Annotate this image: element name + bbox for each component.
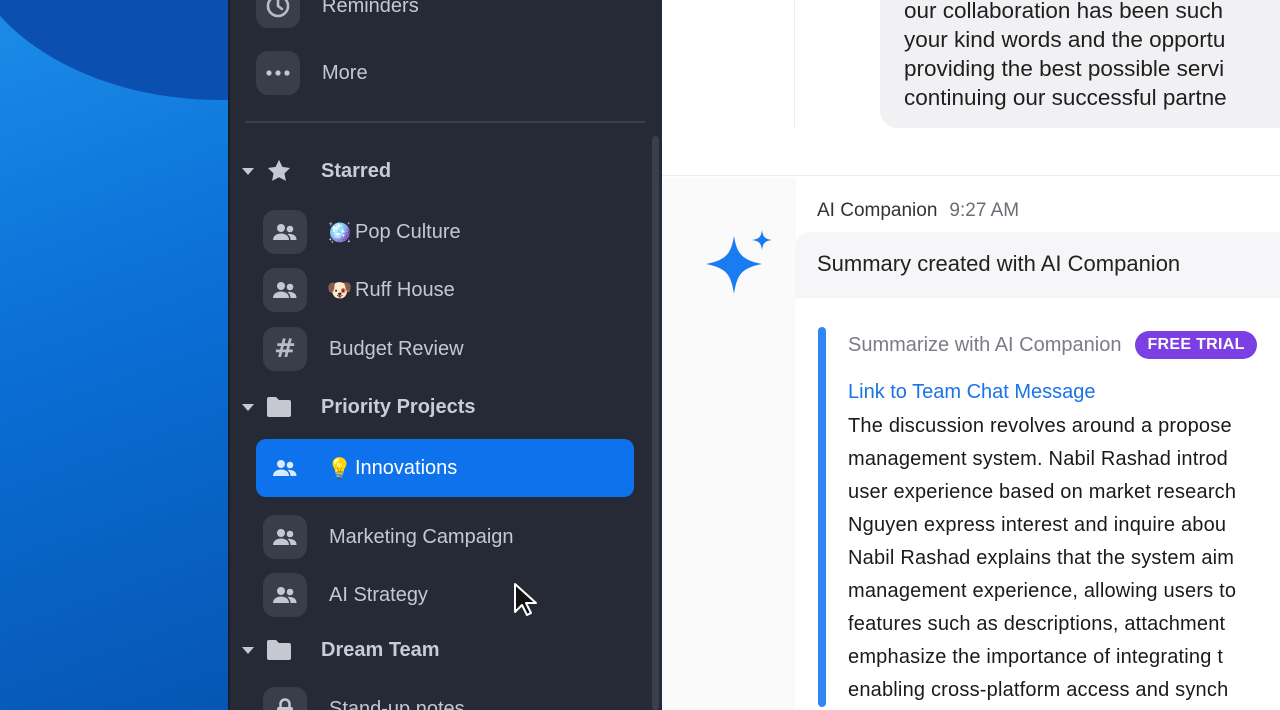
- sidebar-item-reminders[interactable]: Reminders: [256, 0, 419, 28]
- summary-line: user experience based on market research: [848, 481, 1237, 503]
- summarize-label: Summarize with AI Companion: [848, 333, 1122, 356]
- sidebar-scrollbar[interactable]: [652, 136, 659, 710]
- message-line: continuing our successful partne: [904, 85, 1227, 110]
- sidebar-item-label: More: [322, 61, 368, 84]
- mouse-cursor-icon: [512, 582, 542, 623]
- section-label: Priority Projects: [321, 395, 476, 418]
- channel-emoji: 💡: [327, 457, 352, 480]
- channel-label: Marketing Campaign: [329, 525, 514, 548]
- section-starred[interactable]: Starred: [242, 156, 391, 186]
- team-chat-message-link[interactable]: Link to Team Chat Message: [848, 381, 1096, 404]
- hash-icon: #: [263, 327, 307, 371]
- message-line: providing the best possible servi: [904, 56, 1225, 81]
- channel-label: AI Strategy: [329, 583, 428, 606]
- channel-emoji: 🐶: [327, 279, 352, 302]
- channel-label: Stand-up notes: [329, 697, 465, 710]
- group-icon: [263, 573, 307, 617]
- group-icon: [263, 515, 307, 559]
- desktop-background: [0, 0, 240, 710]
- sidebar: Reminders More Starred 🪩 Pop Culture 🐶 R…: [228, 0, 662, 710]
- summary-line: enabling cross-platform access and synch: [848, 679, 1229, 701]
- group-icon: [263, 446, 307, 490]
- folder-icon: [264, 635, 294, 665]
- section-priority-projects[interactable]: Priority Projects: [242, 392, 476, 422]
- chevron-down-icon: [242, 403, 254, 411]
- channel-emoji: 🪩: [327, 221, 352, 244]
- sidebar-item-stand-up-notes[interactable]: Stand-up notes: [256, 680, 634, 710]
- summary-title: Summary created with AI Companion: [817, 251, 1181, 276]
- ai-companion-sparkle-icon: [704, 230, 776, 305]
- sidebar-item-label: Reminders: [322, 0, 419, 17]
- sidebar-item-budget-review[interactable]: # Budget Review: [256, 320, 634, 378]
- sidebar-item-marketing-campaign[interactable]: Marketing Campaign: [256, 508, 634, 566]
- summary-line: Nabil Rashad explains that the system ai…: [848, 547, 1235, 569]
- message-line: our collaboration has been such: [904, 0, 1223, 23]
- summary-line: management experience, allowing users to: [848, 580, 1237, 602]
- folder-icon: [264, 392, 294, 422]
- lock-icon: [263, 687, 307, 710]
- sidebar-item-innovations[interactable]: 💡 Innovations: [256, 439, 634, 497]
- message-line: your kind words and the opportu: [904, 27, 1226, 52]
- sidebar-item-pop-culture[interactable]: 🪩 Pop Culture: [256, 203, 634, 261]
- free-trial-badge[interactable]: FREE TRIAL: [1135, 331, 1257, 359]
- channel-label: Pop Culture: [355, 220, 461, 243]
- section-dream-team[interactable]: Dream Team: [242, 635, 440, 665]
- summary-header: Summarize with AI Companion FREE TRIAL: [848, 331, 1257, 359]
- clock-icon: [256, 0, 300, 28]
- summary-line: management system. Nabil Rashad introd: [848, 448, 1229, 470]
- summary-line: The discussion revolves around a propose: [848, 415, 1232, 437]
- sender-name[interactable]: AI Companion: [817, 200, 937, 221]
- summary-line: features such as descriptions, attachmen…: [848, 613, 1226, 635]
- channel-label: Ruff House: [355, 278, 455, 301]
- chat-pane: our collaboration has been such your kin…: [662, 0, 1280, 710]
- sidebar-item-ai-strategy[interactable]: AI Strategy: [256, 566, 634, 624]
- channel-label: Budget Review: [329, 337, 464, 360]
- group-icon: [263, 268, 307, 312]
- chevron-down-icon: [242, 167, 254, 175]
- channel-label: Innovations: [355, 456, 458, 479]
- section-label: Dream Team: [321, 638, 440, 661]
- section-label: Starred: [321, 159, 392, 182]
- message-meta: AI Companion 9:27 AM: [817, 200, 1019, 222]
- summary-accent-bar: [818, 327, 826, 707]
- chevron-down-icon: [242, 646, 254, 654]
- sidebar-item-ruff-house[interactable]: 🐶 Ruff House: [256, 261, 634, 319]
- sidebar-item-more[interactable]: More: [256, 51, 368, 95]
- message-time: 9:27 AM: [949, 200, 1020, 221]
- summary-paragraph: The discussion revolves around a propose…: [848, 412, 1280, 709]
- group-icon: [263, 210, 307, 254]
- more-icon: [256, 51, 300, 95]
- divider: [245, 121, 645, 123]
- star-icon: [264, 156, 294, 186]
- summary-line: emphasize the importance of integrating …: [848, 646, 1224, 668]
- previous-message-bubble: our collaboration has been such your kin…: [880, 0, 1280, 128]
- summary-line: Nguyen express interest and inquire abou: [848, 514, 1227, 536]
